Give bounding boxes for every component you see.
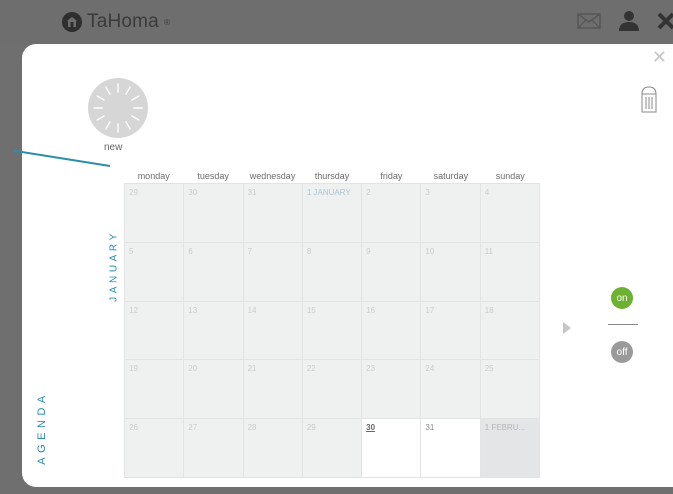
- calendar-day-cell[interactable]: 21: [243, 360, 302, 419]
- weekday-thursday: thursday: [314, 171, 350, 181]
- calendar-day-cell[interactable]: 7: [243, 242, 302, 301]
- trash-icon[interactable]: [640, 86, 658, 119]
- registered-mark: ®: [163, 17, 170, 27]
- calendar-day-cell[interactable]: 17: [421, 301, 480, 360]
- calendar-day-cell[interactable]: 20: [184, 360, 243, 419]
- calendar-day-cell[interactable]: 4: [480, 184, 539, 242]
- top-bar: TaHoma ®: [0, 0, 673, 44]
- calendar-day-cell[interactable]: 6: [184, 242, 243, 301]
- calendar-grid: 29 30 31 1 JANUARY 2 3 4 5 6 7 8 9 10 11 12 13 14 15 16 17 1…: [124, 183, 540, 478]
- weekday-wednesday: wednesday: [249, 171, 296, 181]
- calendar-day-cell[interactable]: 30: [184, 184, 243, 242]
- calendar-day-cell[interactable]: 26: [125, 419, 184, 477]
- calendar-day-cell[interactable]: 18: [480, 301, 539, 360]
- calendar-day-cell[interactable]: 27: [184, 419, 243, 477]
- off-button[interactable]: off: [611, 341, 633, 363]
- calendar-day-cell[interactable]: 12: [125, 301, 184, 360]
- agenda-dialog: ✕ new JANUARY AGENDA monday tuesday wedn…: [13, 44, 673, 487]
- calendar-day-cell[interactable]: 25: [480, 360, 539, 419]
- calendar-day-cell[interactable]: 28: [243, 419, 302, 477]
- calendar-day-cell[interactable]: 1 JANUARY: [302, 184, 362, 242]
- calendar-day-cell[interactable]: 2: [362, 184, 421, 242]
- calendar-day-cell[interactable]: 14: [243, 301, 302, 360]
- toggle-divider: [608, 324, 638, 325]
- calendar-day-cell[interactable]: 8: [302, 242, 362, 301]
- calendar-day-cell[interactable]: 3: [421, 184, 480, 242]
- weekday-friday: friday: [380, 171, 403, 181]
- house-icon: [62, 12, 82, 32]
- mail-icon[interactable]: [577, 13, 601, 34]
- calendar-day-cell[interactable]: 15: [302, 301, 362, 360]
- calendar-day-cell[interactable]: 1 FEBRU...: [480, 419, 539, 477]
- new-program-label: new: [104, 142, 123, 153]
- on-button[interactable]: on: [611, 287, 633, 309]
- calendar-day-cell[interactable]: 31: [243, 184, 302, 242]
- logo: TaHoma ®: [62, 11, 170, 33]
- calendar-day-cell[interactable]: 5: [125, 242, 184, 301]
- dialog-close-icon[interactable]: ✕: [652, 48, 667, 66]
- close-icon[interactable]: [657, 12, 673, 35]
- weekday-saturday: saturday: [433, 171, 469, 181]
- calendar-day-cell[interactable]: 13: [184, 301, 243, 360]
- new-program-dial[interactable]: [88, 78, 148, 138]
- weekday-sunday: sunday: [495, 171, 525, 181]
- user-icon[interactable]: [617, 10, 641, 37]
- bottom-strip: [22, 487, 673, 494]
- calendar-day-cell[interactable]: 10: [421, 242, 480, 301]
- calendar-day-cell[interactable]: 30: [362, 419, 421, 477]
- calendar-day-cell[interactable]: 23: [362, 360, 421, 419]
- calendar-day-cell[interactable]: 29: [125, 184, 184, 242]
- next-arrow-icon[interactable]: [563, 322, 571, 334]
- calendar-day-cell[interactable]: 16: [362, 301, 421, 360]
- calendar-day-cell[interactable]: 19: [125, 360, 184, 419]
- weekday-monday: monday: [137, 171, 170, 181]
- calendar-day-cell[interactable]: 11: [480, 242, 539, 301]
- weekday-tuesday: tuesday: [197, 171, 229, 181]
- calendar-day-cell[interactable]: 24: [421, 360, 480, 419]
- brand-name: TaHoma: [87, 11, 159, 32]
- weekday-header: monday tuesday wednesday thursday friday…: [124, 171, 540, 181]
- pointer-line: [13, 149, 111, 167]
- calendar-day-cell[interactable]: 31: [421, 419, 480, 477]
- calendar-day-cell[interactable]: 22: [302, 360, 362, 419]
- calendar-day-cell[interactable]: 29: [302, 419, 362, 477]
- calendar-day-cell[interactable]: 9: [362, 242, 421, 301]
